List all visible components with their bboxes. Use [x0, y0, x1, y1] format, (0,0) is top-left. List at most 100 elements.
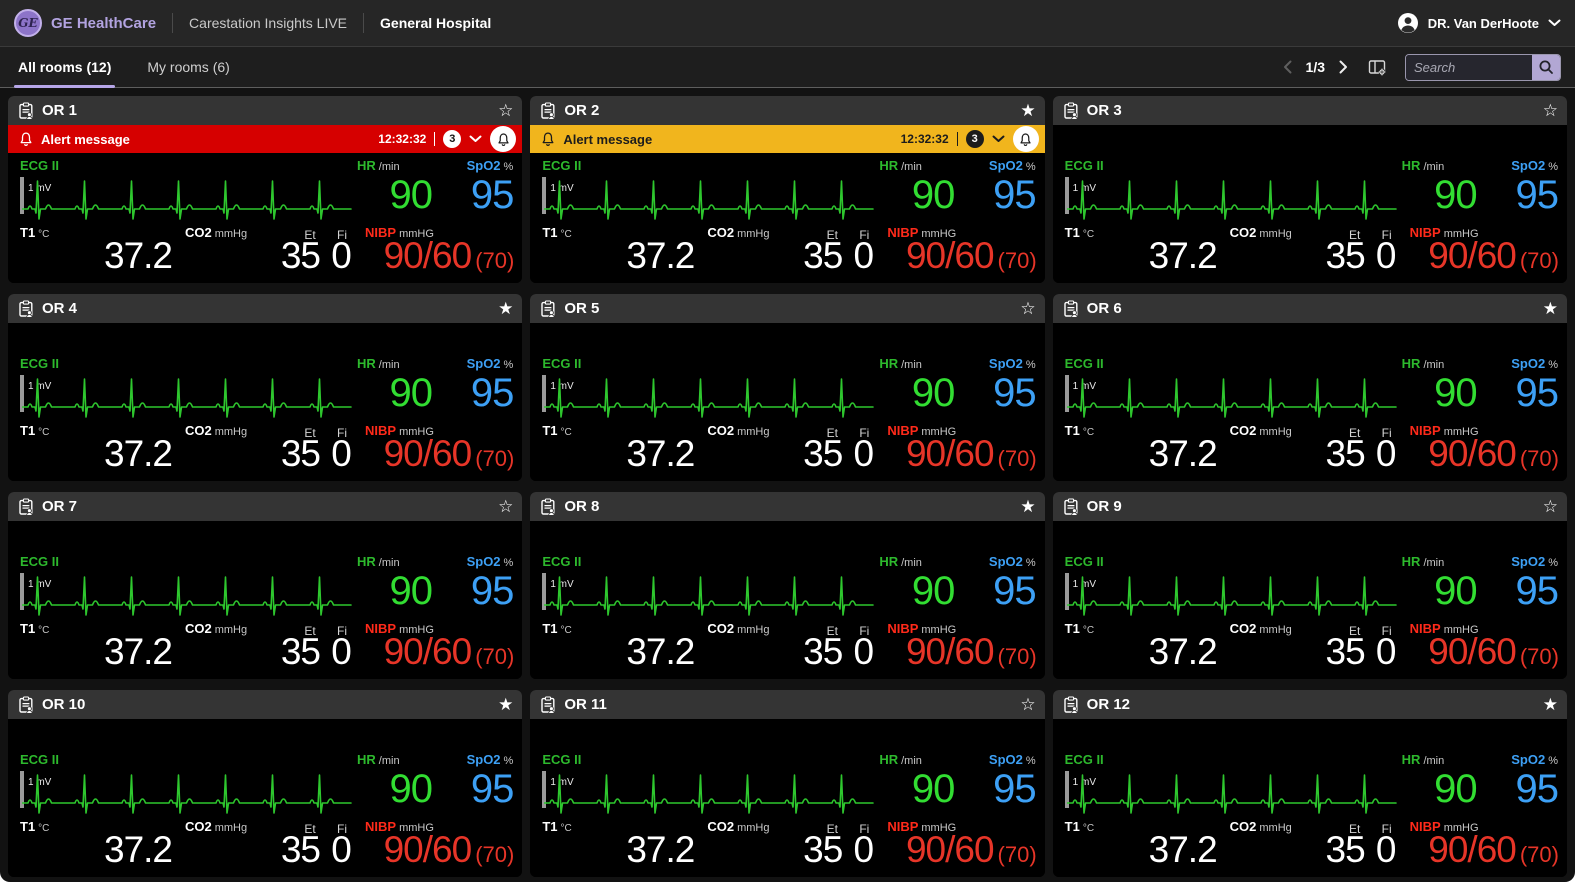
favorite-star-icon[interactable]: ☆ — [1020, 696, 1035, 713]
t1-label: T1°C — [542, 621, 571, 636]
co2-label: CO2mmHg — [1230, 621, 1292, 636]
favorite-star-icon[interactable]: ☆ — [498, 498, 513, 515]
room-header[interactable]: OR 5 ☆ — [530, 294, 1044, 323]
search-box — [1405, 54, 1561, 81]
ecg-waveform — [1067, 763, 1401, 821]
spo2-unit: % — [1026, 557, 1036, 569]
t1-unit: °C — [561, 823, 572, 834]
co2-unit: mmHg — [1259, 426, 1291, 438]
t1-label: T1°C — [1065, 819, 1094, 834]
co2-label: CO2mmHg — [1230, 423, 1292, 438]
room-header[interactable]: OR 4 ★ — [8, 294, 522, 323]
spo2-value: 95 — [993, 571, 1036, 611]
hr-unit: /min — [901, 755, 922, 767]
hr-unit: /min — [901, 359, 922, 371]
hr-label: HR/min — [1402, 752, 1445, 767]
spo2-label: SpO2% — [467, 752, 514, 767]
chevron-down-icon[interactable] — [469, 135, 482, 143]
co2-label: CO2mmHg — [185, 819, 247, 834]
user-menu[interactable]: DR. Van DerHoote — [1397, 12, 1561, 34]
co2-fi-value: 0 — [324, 435, 358, 472]
room-header[interactable]: OR 11 ☆ — [530, 690, 1044, 719]
favorite-star-icon[interactable]: ★ — [1543, 300, 1558, 317]
room-clipboard-icon — [1062, 696, 1080, 714]
hospital-name: General Hospital — [380, 15, 491, 31]
co2-unit: mmHg — [1259, 228, 1291, 240]
nibp-value: 90/60(70) — [1428, 435, 1559, 472]
t1-value: 37.2 — [626, 633, 694, 670]
favorite-star-icon[interactable]: ☆ — [1020, 300, 1035, 317]
t1-value: 37.2 — [1149, 435, 1217, 472]
hr-label: HR/min — [357, 356, 400, 371]
favorite-star-icon[interactable]: ★ — [498, 696, 513, 713]
tab-my-rooms[interactable]: My rooms (6) — [143, 47, 233, 87]
spo2-unit: % — [1548, 359, 1558, 371]
room-vitals-panel: ECG II 1 mV HR/min 90 SpO2% 95 T1°C 37.2… — [8, 719, 522, 877]
chevron-down-icon[interactable] — [1548, 19, 1561, 27]
co2-unit: mmHg — [1259, 624, 1291, 636]
or-room-tile: OR 1 ☆ Alert message 12:32:32 3 — [8, 96, 522, 283]
room-header[interactable]: OR 7 ☆ — [8, 492, 522, 521]
hr-label: HR/min — [879, 356, 922, 371]
room-header[interactable]: OR 1 ☆ — [8, 96, 522, 125]
ecg-waveform — [544, 169, 878, 227]
spo2-unit: % — [1026, 161, 1036, 173]
or-room-tile: OR 3 ☆ ECG II 1 mV HR/min 90 SpO2% 95 T1… — [1053, 96, 1567, 283]
favorite-star-icon[interactable]: ☆ — [1543, 498, 1558, 515]
room-vitals-panel: ECG II 1 mV HR/min 90 SpO2% 95 T1°C 37.2… — [530, 719, 1044, 877]
tab-all-rooms[interactable]: All rooms (12) — [14, 47, 115, 87]
room-header[interactable]: OR 3 ☆ — [1053, 96, 1567, 125]
alert-silence-button[interactable] — [490, 126, 516, 152]
or-room-tile: OR 6 ★ ECG II 1 mV HR/min 90 SpO2% 95 T1… — [1053, 294, 1567, 481]
alert-banner[interactable]: Alert message 12:32:32 3 — [8, 125, 522, 153]
t1-value: 37.2 — [1149, 237, 1217, 274]
spo2-unit: % — [1548, 755, 1558, 767]
room-clipboard-icon — [17, 102, 35, 120]
favorite-star-icon[interactable]: ☆ — [1543, 102, 1558, 119]
favorite-star-icon[interactable]: ★ — [498, 300, 513, 317]
page-next-button[interactable] — [1337, 58, 1350, 76]
co2-fi-value: 0 — [846, 237, 880, 274]
alert-banner[interactable]: Alert message 12:32:32 3 — [530, 125, 1044, 153]
hr-value: 90 — [870, 769, 954, 809]
co2-label: CO2mmHg — [185, 621, 247, 636]
alert-silence-button[interactable] — [1013, 126, 1039, 152]
co2-fi-value: 0 — [1369, 435, 1403, 472]
co2-et-value: 35 — [776, 435, 842, 472]
t1-unit: °C — [1083, 427, 1094, 438]
search-input[interactable] — [1406, 55, 1532, 80]
room-header[interactable]: OR 9 ☆ — [1053, 492, 1567, 521]
co2-unit: mmHg — [737, 228, 769, 240]
room-header[interactable]: OR 6 ★ — [1053, 294, 1567, 323]
nibp-mean-value: (70) — [1520, 644, 1559, 669]
room-header[interactable]: OR 10 ★ — [8, 690, 522, 719]
nibp-mean-value: (70) — [1520, 446, 1559, 471]
spo2-value: 95 — [1515, 769, 1558, 809]
chevron-down-icon[interactable] — [992, 135, 1005, 143]
favorite-star-icon[interactable]: ☆ — [498, 102, 513, 119]
layout-settings-button[interactable] — [1366, 56, 1389, 79]
room-header[interactable]: OR 12 ★ — [1053, 690, 1567, 719]
co2-label: CO2mmHg — [185, 423, 247, 438]
t1-unit: °C — [1083, 229, 1094, 240]
room-header[interactable]: OR 8 ★ — [530, 492, 1044, 521]
nibp-value: 90/60(70) — [906, 633, 1037, 670]
page-prev-button[interactable] — [1281, 58, 1294, 76]
room-vitals-panel: ECG II 1 mV HR/min 90 SpO2% 95 T1°C 37.2… — [530, 323, 1044, 481]
favorite-star-icon[interactable]: ★ — [1020, 102, 1035, 119]
room-header[interactable]: OR 2 ★ — [530, 96, 1044, 125]
toolbar: 1/3 — [1281, 47, 1561, 87]
spo2-label: SpO2% — [989, 554, 1036, 569]
co2-et-value: 35 — [254, 633, 320, 670]
or-room-tile: OR 4 ★ ECG II 1 mV HR/min 90 SpO2% 95 T1… — [8, 294, 522, 481]
t1-label: T1°C — [542, 423, 571, 438]
favorite-star-icon[interactable]: ★ — [1543, 696, 1558, 713]
room-name: OR 4 — [42, 300, 77, 317]
t1-label: T1°C — [1065, 225, 1094, 240]
favorite-star-icon[interactable]: ★ — [1020, 498, 1035, 515]
hr-label: HR/min — [1402, 356, 1445, 371]
tab-bar: All rooms (12) My rooms (6) 1/3 — [0, 47, 1575, 88]
search-button[interactable] — [1532, 55, 1560, 80]
tab-all-rooms-label: All rooms (12) — [18, 59, 111, 75]
t1-unit: °C — [561, 625, 572, 636]
